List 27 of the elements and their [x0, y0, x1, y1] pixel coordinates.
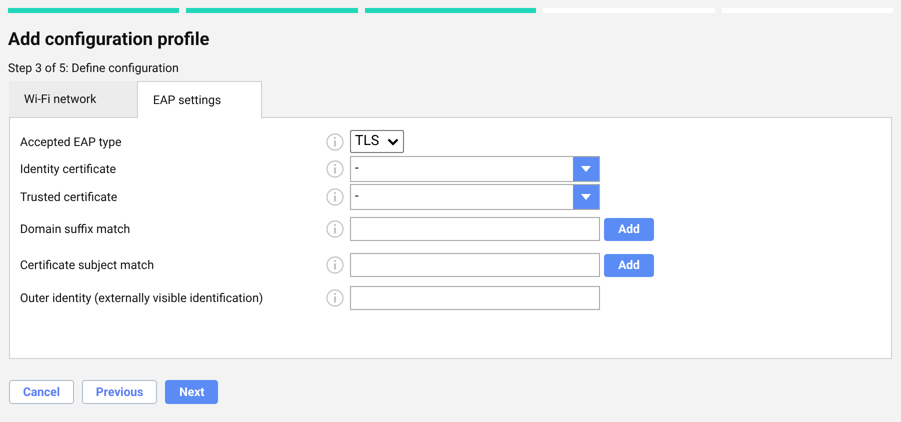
info-icon[interactable] — [326, 132, 344, 150]
field-label: Accepted EAP type — [20, 134, 122, 150]
text-field[interactable] — [350, 286, 600, 310]
text-field[interactable] — [350, 253, 600, 277]
caret-down-icon — [581, 194, 591, 200]
step-text: Step 3 of 5: Define configuration — [8, 60, 180, 76]
text-field[interactable] — [350, 217, 600, 241]
info-icon[interactable] — [326, 289, 344, 307]
field-label: Identity certificate — [20, 161, 118, 178]
info-icon[interactable] — [326, 160, 344, 178]
caret-down-icon — [581, 166, 591, 172]
nav-button[interactable]: Cancel — [9, 380, 74, 404]
field-label: Trusted certificate — [20, 189, 118, 206]
chevron-down-icon — [387, 138, 400, 146]
tab[interactable]: EAP settings — [137, 81, 262, 118]
eap-type-select[interactable]: TLS — [350, 130, 404, 153]
certificate-dropdown[interactable]: - — [350, 156, 600, 182]
tab[interactable]: Wi-Fi network — [9, 81, 137, 117]
info-icon[interactable] — [326, 256, 344, 274]
page-title: Add configuration profile — [8, 28, 210, 52]
field-label: Domain suffix match — [20, 221, 132, 238]
field-label: Certificate subject match — [20, 257, 155, 274]
info-icon[interactable] — [326, 220, 344, 238]
info-icon[interactable] — [326, 188, 344, 206]
certificate-dropdown[interactable]: - — [350, 184, 600, 210]
field-label: Outer identity (externally visible identification) — [20, 290, 264, 307]
nav-button[interactable]: Previous — [82, 380, 158, 404]
